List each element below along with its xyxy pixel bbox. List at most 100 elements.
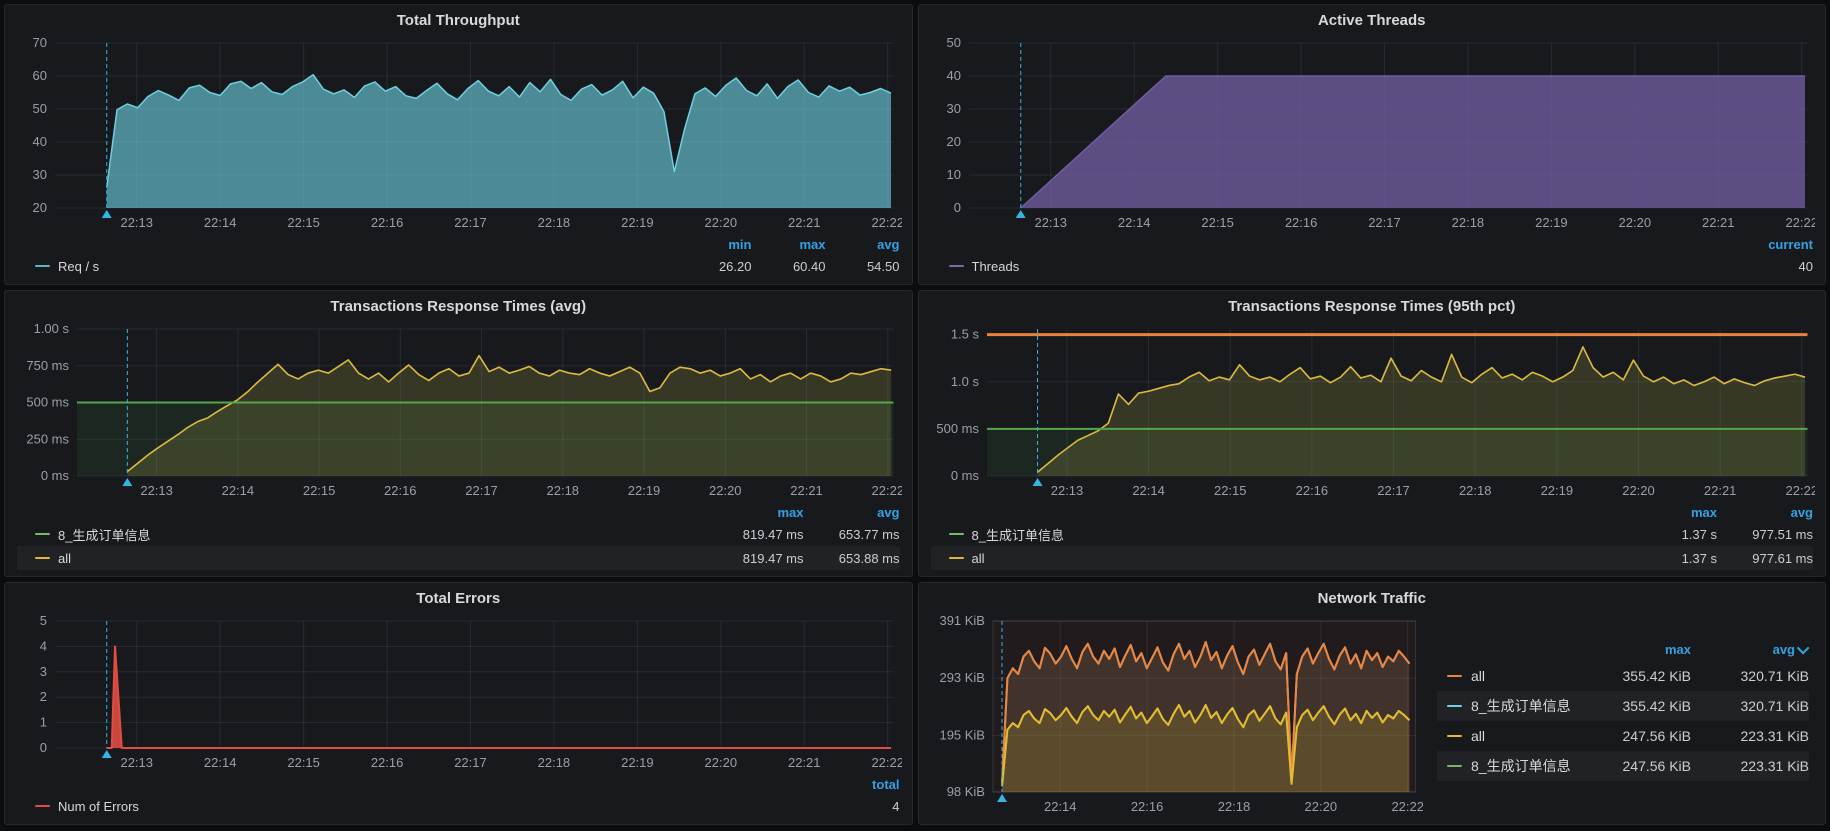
svg-text:22:20: 22:20 [709, 483, 741, 498]
svg-text:22:22: 22:22 [872, 483, 902, 498]
panel-title-total-throughput[interactable]: Total Throughput [15, 9, 902, 33]
legend-value-avg: 977.61 ms [1717, 551, 1813, 566]
svg-text:500 ms: 500 ms [936, 421, 979, 436]
series-dash [949, 557, 964, 559]
svg-text:750 ms: 750 ms [26, 358, 69, 373]
network-chart[interactable]: 98 KiB195 KiB293 KiB391 KiB22:1422:1622:… [929, 611, 1424, 818]
svg-text:22:20: 22:20 [1618, 215, 1650, 230]
legend-row-order-info-sent: 8_生成订单信息 247.56 KiB 223.31 KiB [1437, 751, 1809, 781]
legend-value-max: 355.42 KiB [1573, 668, 1691, 684]
series-label[interactable]: all [1471, 668, 1485, 684]
throughput-chart-holder: 20304050607022:1322:1422:1522:1622:1722:… [15, 33, 902, 234]
panel-title-response-times-avg[interactable]: Transactions Response Times (avg) [15, 295, 902, 319]
legend-header-min[interactable]: min [678, 237, 752, 252]
series-label[interactable]: all [1471, 728, 1485, 744]
svg-text:22:13: 22:13 [1034, 215, 1066, 230]
errors-chart[interactable]: 01234522:1322:1422:1522:1622:1722:1822:1… [15, 611, 902, 774]
legend-header-total[interactable]: total [826, 777, 900, 792]
svg-text:22:18: 22:18 [547, 483, 579, 498]
series-label[interactable]: 8_生成订单信息 [58, 525, 150, 544]
legend-value-total: 4 [826, 799, 900, 814]
svg-text:22:18: 22:18 [1451, 215, 1483, 230]
svg-text:22:18: 22:18 [1458, 483, 1490, 498]
svg-text:22:16: 22:16 [1295, 483, 1327, 498]
svg-text:250 ms: 250 ms [26, 431, 69, 446]
svg-text:22:21: 22:21 [788, 215, 820, 230]
svg-text:40: 40 [33, 134, 47, 149]
series-label[interactable]: 8_生成订单信息 [972, 525, 1064, 544]
svg-text:22:19: 22:19 [1535, 215, 1567, 230]
legend-value-max: 819.47 ms [708, 527, 804, 542]
legend-value-max: 247.56 KiB [1573, 728, 1691, 744]
panel-active-threads: Active Threads 0102030405022:1322:1422:1… [918, 4, 1827, 285]
svg-text:500 ms: 500 ms [26, 394, 69, 409]
svg-text:22:20: 22:20 [705, 215, 737, 230]
svg-text:22:17: 22:17 [1368, 215, 1400, 230]
legend-header-avg[interactable]: avg [804, 505, 900, 520]
response-95th-chart-holder: 0 ms500 ms1.0 s1.5 s22:1322:1422:1522:16… [929, 319, 1816, 502]
panel-title-total-errors[interactable]: Total Errors [15, 587, 902, 611]
series-label[interactable]: Num of Errors [58, 799, 139, 814]
series-label[interactable]: 8_生成订单信息 [1471, 756, 1571, 776]
legend-header-row: max avg [931, 502, 1814, 522]
response-95th-chart[interactable]: 0 ms500 ms1.0 s1.5 s22:1322:1422:1522:16… [929, 319, 1816, 502]
svg-text:22:22: 22:22 [1391, 799, 1423, 814]
series-label[interactable]: Req / s [58, 259, 99, 274]
series-label[interactable]: all [58, 551, 71, 566]
legend-header-max[interactable]: max [708, 505, 804, 520]
legend-header-max[interactable]: max [1621, 505, 1717, 520]
legend-header-current[interactable]: current [1739, 237, 1813, 252]
svg-text:22:14: 22:14 [222, 483, 254, 498]
svg-text:1.5 s: 1.5 s [950, 327, 979, 342]
svg-text:22:20: 22:20 [1304, 799, 1336, 814]
threads-chart[interactable]: 0102030405022:1322:1422:1522:1622:1722:1… [929, 33, 1816, 234]
response-avg-chart[interactable]: 0 ms250 ms500 ms750 ms1.00 s22:1322:1422… [15, 319, 902, 502]
svg-text:22:17: 22:17 [465, 483, 497, 498]
svg-text:22:20: 22:20 [1622, 483, 1654, 498]
series-label[interactable]: 8_生成订单信息 [1471, 696, 1571, 716]
legend-value-max: 819.47 ms [708, 551, 804, 566]
svg-text:22:15: 22:15 [303, 483, 335, 498]
panel-title-active-threads[interactable]: Active Threads [929, 9, 1816, 33]
svg-text:22:22: 22:22 [871, 215, 901, 230]
series-dash [949, 533, 964, 535]
legend-header-avg[interactable]: avg [1717, 505, 1813, 520]
legend-value-avg: 223.31 KiB [1691, 758, 1809, 774]
panel-title-response-times-95th[interactable]: Transactions Response Times (95th pct) [929, 295, 1816, 319]
throughput-chart[interactable]: 20304050607022:1322:1422:1522:1622:1722:… [15, 33, 902, 234]
svg-text:22:19: 22:19 [628, 483, 660, 498]
panel-response-times-avg: Transactions Response Times (avg) 0 ms25… [4, 290, 913, 577]
legend-value-avg: 653.88 ms [804, 551, 900, 566]
svg-text:22:21: 22:21 [790, 483, 822, 498]
svg-text:22:21: 22:21 [1702, 215, 1734, 230]
legend-header-max[interactable]: max [752, 237, 826, 252]
legend-row-all: all 1.37 s 977.61 ms [931, 546, 1814, 570]
panel-total-throughput: Total Throughput 20304050607022:1322:142… [4, 4, 913, 285]
svg-text:22:15: 22:15 [287, 755, 319, 770]
series-dash [35, 557, 50, 559]
series-label[interactable]: all [972, 551, 985, 566]
svg-text:22:21: 22:21 [1703, 483, 1735, 498]
legend-header-avg[interactable]: avg [1691, 642, 1809, 657]
legend-header-max[interactable]: max [1573, 642, 1691, 657]
series-label[interactable]: Threads [972, 259, 1020, 274]
network-legend: max avg all 355.42 KiB 320.71 KiB [1423, 611, 1815, 818]
svg-text:40: 40 [946, 68, 960, 83]
panel-title-network-traffic[interactable]: Network Traffic [929, 587, 1816, 611]
svg-text:22:14: 22:14 [204, 215, 236, 230]
svg-text:293 KiB: 293 KiB [939, 670, 984, 685]
grafana-dashboard: Total Throughput 20304050607022:1322:142… [0, 0, 1830, 831]
svg-text:22:13: 22:13 [1050, 483, 1082, 498]
svg-text:1.00 s: 1.00 s [34, 321, 70, 336]
series-dash [1447, 735, 1462, 737]
svg-text:20: 20 [946, 134, 960, 149]
svg-text:30: 30 [946, 101, 960, 116]
response-avg-legend: max avg 8_生成订单信息 819.47 ms 653.77 ms all… [15, 502, 902, 570]
legend-header-avg[interactable]: avg [826, 237, 900, 252]
svg-text:22:15: 22:15 [287, 215, 319, 230]
svg-text:22:14: 22:14 [1044, 799, 1076, 814]
legend-row-threads: Threads 40 [931, 254, 1814, 278]
series-dash [949, 265, 964, 267]
svg-text:22:19: 22:19 [621, 215, 653, 230]
svg-text:70: 70 [33, 35, 47, 50]
